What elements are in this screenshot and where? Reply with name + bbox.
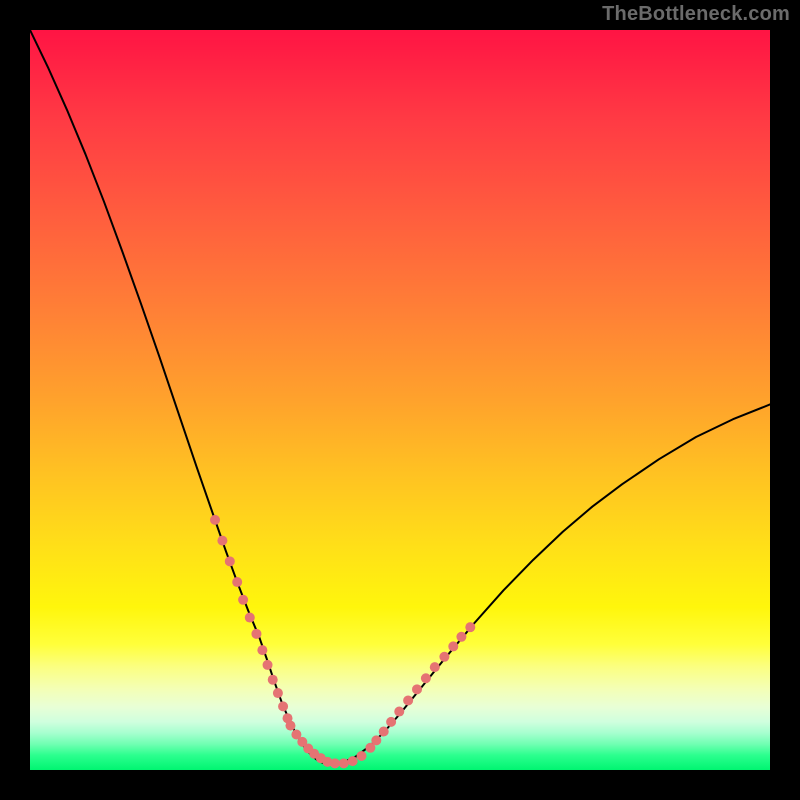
- curve-layer: [30, 30, 770, 770]
- chart-frame: TheBottleneck.com: [0, 0, 800, 800]
- plot-area: [30, 30, 770, 770]
- watermark-text: TheBottleneck.com: [602, 3, 790, 26]
